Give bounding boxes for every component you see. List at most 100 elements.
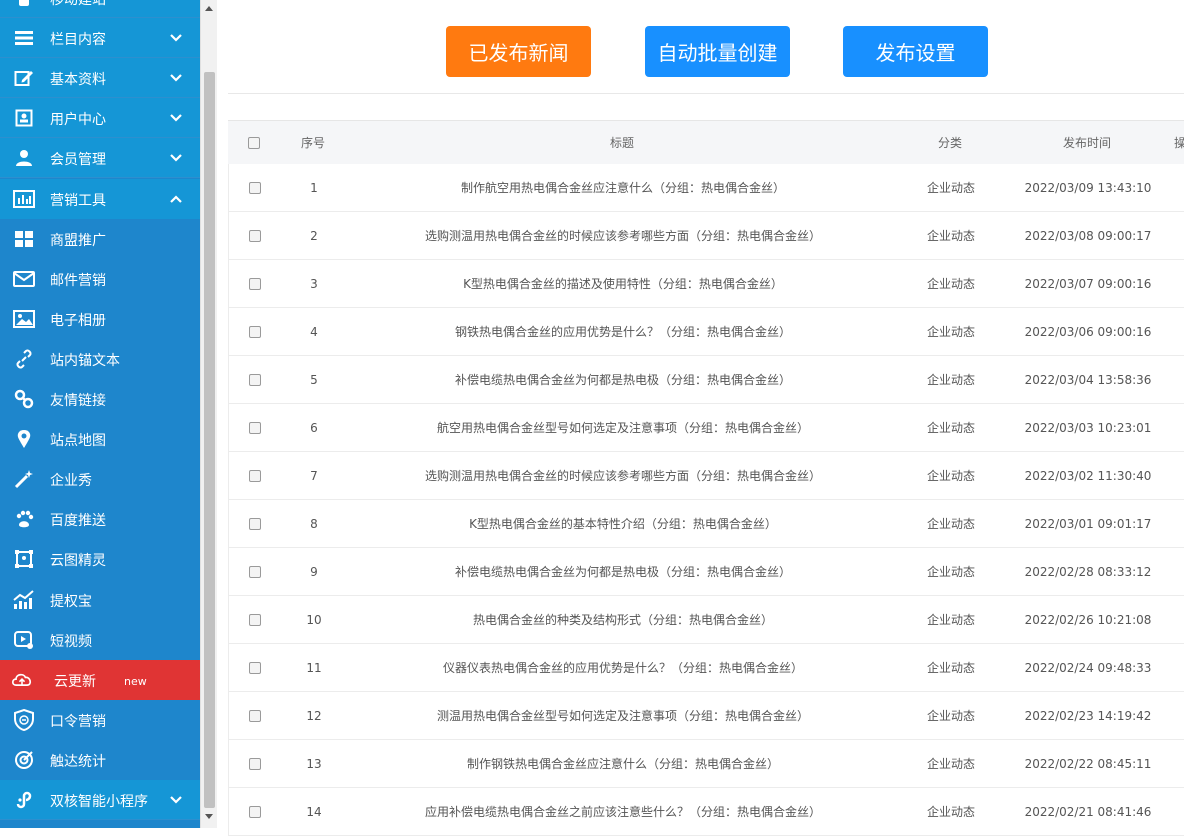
- table-row[interactable]: 14 应用补偿电缆热电偶合金丝之前应该注意些什么？（分组：热电偶合金丝） 企业动态 2…: [228, 788, 1184, 836]
- row-checkbox[interactable]: [249, 661, 261, 674]
- chevron-down-icon[interactable]: [168, 110, 184, 126]
- sidebar-item-0[interactable]: 移动建站: [0, 0, 200, 18]
- row-title[interactable]: 选购测温用热电偶合金丝的时候应该参考哪些方面（分组：热电偶合金丝）: [349, 452, 897, 499]
- row-checkbox[interactable]: [249, 469, 261, 482]
- sidebar-item-12[interactable]: 企业秀: [0, 459, 200, 500]
- sidebar-item-17[interactable]: 云更新 new: [0, 659, 200, 700]
- table-row[interactable]: 7 选购测温用热电偶合金丝的时候应该参考哪些方面（分组：热电偶合金丝） 企业动态 20…: [228, 452, 1184, 500]
- row-checkbox-cell[interactable]: [243, 404, 267, 451]
- row-checkbox-cell[interactable]: [243, 596, 267, 643]
- row-checkbox[interactable]: [249, 181, 261, 194]
- sidebar-item-14[interactable]: 云图精灵: [0, 539, 200, 580]
- chevron-up-icon[interactable]: [168, 191, 184, 207]
- row-title[interactable]: 测温用热电偶合金丝型号如何选定及注意事项（分组：热电偶合金丝）: [349, 692, 897, 739]
- sidebar-item-16[interactable]: 短视频: [0, 619, 200, 660]
- sidebar-item-5[interactable]: 营销工具: [0, 178, 200, 219]
- scroll-thumb[interactable]: [204, 72, 215, 808]
- row-title[interactable]: 热电偶合金丝的种类及结构形式（分组：热电偶合金丝）: [349, 596, 897, 643]
- row-checkbox[interactable]: [249, 277, 261, 290]
- row-checkbox-cell[interactable]: [243, 500, 267, 547]
- sidebar-item-15[interactable]: 提权宝: [0, 579, 200, 620]
- sidebar-item-18[interactable]: 口令营销: [0, 699, 200, 740]
- row-title[interactable]: 仪器仪表热电偶合金丝的应用优势是什么？（分组：热电偶合金丝）: [349, 644, 897, 691]
- row-checkbox-cell[interactable]: [243, 260, 267, 307]
- row-checkbox-cell[interactable]: [243, 452, 267, 499]
- row-title[interactable]: 制作钢铁热电偶合金丝应注意什么（分组：热电偶合金丝）: [349, 740, 897, 787]
- row-checkbox-cell[interactable]: [243, 644, 267, 691]
- chevron-down-icon[interactable]: [168, 70, 184, 86]
- row-checkbox-cell[interactable]: [243, 548, 267, 595]
- row-title[interactable]: 补偿电缆热电偶合金丝为何都是热电极（分组：热电偶合金丝）: [349, 356, 897, 403]
- row-checkbox-cell[interactable]: [243, 308, 267, 355]
- table-row[interactable]: 6 航空用热电偶合金丝型号如何选定及注意事项（分组：热电偶合金丝） 企业动态 2022…: [228, 404, 1184, 452]
- row-checkbox[interactable]: [249, 709, 261, 722]
- sidebar-item-3[interactable]: 用户中心: [0, 98, 200, 139]
- row-category: 企业动态: [926, 709, 975, 723]
- row-checkbox-cell[interactable]: [243, 356, 267, 403]
- row-title[interactable]: 航空用热电偶合金丝型号如何选定及注意事项（分组：热电偶合金丝）: [349, 404, 897, 451]
- row-checkbox-cell[interactable]: [243, 164, 267, 211]
- row-title[interactable]: 钢铁热电偶合金丝的应用优势是什么？（分组：热电偶合金丝）: [349, 308, 897, 355]
- row-title[interactable]: 制作航空用热电偶合金丝应注意什么（分组：热电偶合金丝）: [349, 164, 897, 211]
- sidebar-item-13[interactable]: 百度推送: [0, 499, 200, 540]
- select-all-checkbox-cell[interactable]: [242, 121, 266, 164]
- scroll-up-arrow[interactable]: [205, 6, 213, 11]
- row-checkbox[interactable]: [249, 421, 261, 434]
- chevron-down-icon[interactable]: [168, 792, 184, 808]
- sidebar-item-4[interactable]: 会员管理: [0, 138, 200, 179]
- table-row[interactable]: 12 测温用热电偶合金丝型号如何选定及注意事项（分组：热电偶合金丝） 企业动态 202…: [228, 692, 1184, 740]
- scroll-down-arrow[interactable]: [205, 814, 213, 819]
- sidebar-item-label: 友情链接: [50, 393, 106, 409]
- select-all-checkbox[interactable]: [248, 136, 260, 149]
- row-category: 企业动态: [926, 565, 975, 579]
- table-row[interactable]: 9 补偿电缆热电偶合金丝为何都是热电极（分组：热电偶合金丝） 企业动态 2022/02…: [228, 548, 1184, 596]
- row-checkbox-cell[interactable]: [243, 212, 267, 259]
- header-title: 标题: [609, 136, 634, 150]
- row-checkbox-cell[interactable]: [243, 740, 267, 787]
- row-title[interactable]: 补偿电缆热电偶合金丝为何都是热电极（分组：热电偶合金丝）: [349, 548, 897, 595]
- row-time: 2022/03/02 11:30:40: [1024, 468, 1152, 483]
- sidebar-item-20[interactable]: 双核智能小程序: [0, 780, 200, 820]
- row-time: 2022/03/08 09:00:17: [1024, 228, 1152, 243]
- sidebar-item-8[interactable]: 电子相册: [0, 298, 200, 339]
- table-row[interactable]: 3 K型热电偶合金丝的描述及使用特性（分组：热电偶合金丝） 企业动态 2022/03/…: [228, 260, 1184, 308]
- table-row[interactable]: 4 钢铁热电偶合金丝的应用优势是什么？（分组：热电偶合金丝） 企业动态 2022/03…: [228, 308, 1184, 356]
- published-news-button[interactable]: 已发布新闻: [446, 26, 591, 77]
- row-checkbox-cell[interactable]: [243, 692, 267, 739]
- sidebar-item-label: 云更新: [54, 673, 96, 690]
- sidebar-item-11[interactable]: 站点地图: [0, 419, 200, 460]
- chevron-down-icon[interactable]: [168, 150, 184, 166]
- sidebar-scrollbar[interactable]: [200, 0, 217, 828]
- publish-settings-button[interactable]: 发布设置: [843, 26, 988, 77]
- sidebar-item-10[interactable]: 友情链接: [0, 379, 200, 419]
- row-checkbox[interactable]: [249, 565, 261, 578]
- row-checkbox[interactable]: [249, 373, 261, 386]
- table-row[interactable]: 5 补偿电缆热电偶合金丝为何都是热电极（分组：热电偶合金丝） 企业动态 2022/03…: [228, 356, 1184, 404]
- sidebar-item-6[interactable]: 商盟推广: [0, 218, 200, 259]
- table-row[interactable]: 13 制作钢铁热电偶合金丝应注意什么（分组：热电偶合金丝） 企业动态 2022/02/…: [228, 740, 1184, 788]
- row-title[interactable]: K型热电偶合金丝的基本特性介绍（分组：热电偶合金丝）: [349, 500, 897, 547]
- sidebar-item-7[interactable]: 邮件营销: [0, 258, 200, 299]
- table-row[interactable]: 2 选购测温用热电偶合金丝的时候应该参考哪些方面（分组：热电偶合金丝） 企业动态 20…: [228, 212, 1184, 260]
- row-time: 2022/02/26 10:21:08: [1024, 612, 1152, 627]
- row-checkbox[interactable]: [249, 229, 261, 242]
- miniapp-icon: [12, 789, 36, 811]
- row-checkbox[interactable]: [249, 325, 261, 338]
- table-row[interactable]: 10 热电偶合金丝的种类及结构形式（分组：热电偶合金丝） 企业动态 2022/02/2…: [228, 596, 1184, 644]
- table-row[interactable]: 1 制作航空用热电偶合金丝应注意什么（分组：热电偶合金丝） 企业动态 2022/03/…: [228, 164, 1184, 212]
- sidebar-item-9[interactable]: 站内锚文本: [0, 338, 200, 379]
- row-title[interactable]: K型热电偶合金丝的描述及使用特性（分组：热电偶合金丝）: [349, 260, 897, 307]
- row-title[interactable]: 选购测温用热电偶合金丝的时候应该参考哪些方面（分组：热电偶合金丝）: [349, 212, 897, 259]
- row-checkbox[interactable]: [249, 805, 261, 818]
- sidebar-item-1[interactable]: 栏目内容: [0, 18, 200, 59]
- sidebar-item-19[interactable]: 触达统计: [0, 739, 200, 780]
- chevron-down-icon[interactable]: [168, 30, 184, 46]
- divider: [228, 93, 1184, 94]
- row-checkbox[interactable]: [249, 757, 261, 770]
- auto-batch-create-button[interactable]: 自动批量创建: [645, 26, 790, 77]
- row-checkbox[interactable]: [249, 613, 261, 626]
- sidebar-item-2[interactable]: 基本资料: [0, 58, 200, 99]
- table-row[interactable]: 8 K型热电偶合金丝的基本特性介绍（分组：热电偶合金丝） 企业动态 2022/03/0…: [228, 500, 1184, 548]
- row-checkbox[interactable]: [249, 517, 261, 530]
- table-row[interactable]: 11 仪器仪表热电偶合金丝的应用优势是什么？（分组：热电偶合金丝） 企业动态 2022…: [228, 644, 1184, 692]
